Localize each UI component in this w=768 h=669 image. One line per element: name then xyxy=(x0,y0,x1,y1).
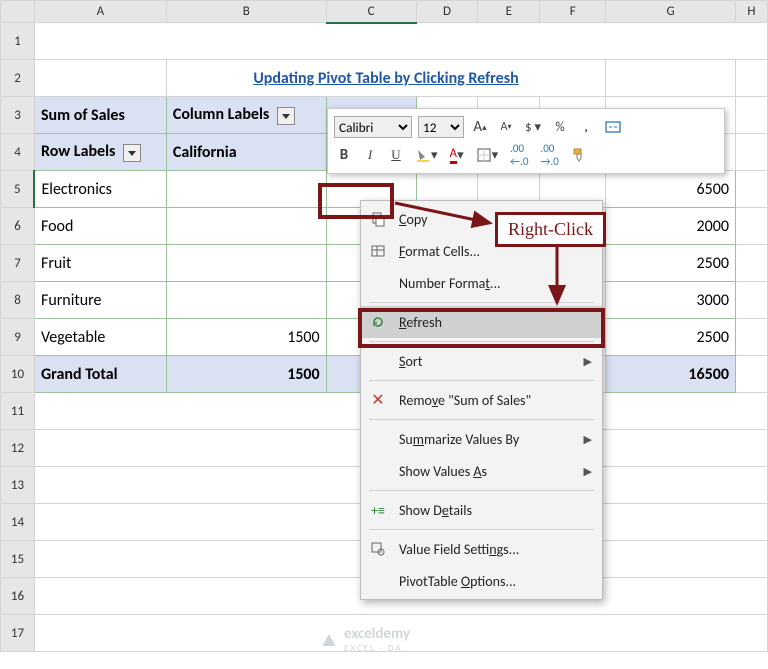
format-painter-icon[interactable] xyxy=(568,144,590,166)
underline-icon[interactable]: U xyxy=(386,144,406,166)
table-cell[interactable]: 2500 xyxy=(606,319,736,356)
bold-icon[interactable]: B xyxy=(334,144,354,166)
copy-icon xyxy=(367,211,389,227)
font-color-icon[interactable]: A▾ xyxy=(447,144,467,166)
row-header-6[interactable]: 6 xyxy=(1,208,35,245)
col-header-g[interactable]: G xyxy=(606,1,736,23)
table-row[interactable]: Vegetable xyxy=(34,319,166,356)
row-header-10[interactable]: 10 xyxy=(1,356,35,393)
merge-icon[interactable] xyxy=(602,116,624,138)
row-header-15[interactable]: 15 xyxy=(1,541,35,578)
menu-separator xyxy=(369,419,594,420)
row-header-4[interactable]: 4 xyxy=(1,134,35,171)
table-cell[interactable]: 2500 xyxy=(606,245,736,282)
select-all-corner[interactable] xyxy=(1,1,35,23)
menu-separator xyxy=(369,302,594,303)
page-title: Updating Pivot Table by Clicking Refresh xyxy=(166,60,605,97)
decrease-font-icon[interactable]: A▾ xyxy=(496,116,516,138)
decrease-decimal-icon[interactable]: .00←.0 xyxy=(507,144,531,166)
row-header-7[interactable]: 7 xyxy=(1,245,35,282)
col-header-a[interactable]: A xyxy=(34,1,166,23)
row-header-12[interactable]: 12 xyxy=(1,430,35,467)
increase-decimal-icon[interactable]: .00→.0 xyxy=(537,144,561,166)
menu-separator xyxy=(369,341,594,342)
menu-show-values-as[interactable]: Show Values As ▶ xyxy=(361,455,602,487)
table-cell[interactable]: 1500 xyxy=(166,319,326,356)
currency-icon[interactable]: $ ▾ xyxy=(522,116,544,138)
col-header-e[interactable]: E xyxy=(478,1,540,23)
row-header-16[interactable]: 16 xyxy=(1,578,35,615)
context-menu: Copy Format Cells... Number Format... Re… xyxy=(360,200,603,600)
col-header-f[interactable]: F xyxy=(540,1,606,23)
pivot-row-labels[interactable]: Row Labels xyxy=(34,134,166,171)
table-row[interactable]: Electronics xyxy=(34,171,166,208)
table-row[interactable]: Food xyxy=(34,208,166,245)
italic-icon[interactable]: I xyxy=(360,144,380,166)
row-labels-dropdown[interactable] xyxy=(123,144,141,162)
borders-icon[interactable]: ▾ xyxy=(473,144,502,166)
column-labels-dropdown[interactable] xyxy=(277,107,295,125)
menu-separator xyxy=(369,529,594,530)
menu-pivottable-options[interactable]: PivotTable Options... xyxy=(361,565,602,597)
expand-icon: +≡ xyxy=(367,502,389,519)
mini-toolbar[interactable]: Calibri 12 A▴ A▾ $ ▾ % , B I U ▾ A▾ ▾ .0… xyxy=(327,108,725,174)
table-cell[interactable]: 2000 xyxy=(606,208,736,245)
pivot-column-labels[interactable]: Column Labels xyxy=(166,97,326,134)
grand-total-cell[interactable]: 1500 xyxy=(166,356,326,393)
table-row[interactable]: Fruit xyxy=(34,245,166,282)
menu-show-details[interactable]: +≡ Show Details xyxy=(361,494,602,526)
increase-font-icon[interactable]: A▴ xyxy=(470,116,490,138)
menu-refresh[interactable]: Refresh xyxy=(361,306,602,338)
menu-number-format[interactable]: Number Format... xyxy=(361,267,602,299)
annotation-right-click-label: Right-Click xyxy=(495,212,606,247)
fill-color-icon[interactable]: ▾ xyxy=(412,144,441,166)
menu-remove[interactable]: ✕ Remove "Sum of Sales" xyxy=(361,384,602,416)
font-name-select[interactable]: Calibri xyxy=(334,116,412,138)
table-cell[interactable] xyxy=(166,171,326,208)
row-header-8[interactable]: 8 xyxy=(1,282,35,319)
pivot-sum-label[interactable]: Sum of Sales xyxy=(34,97,166,134)
menu-summarize[interactable]: Summarize Values By ▶ xyxy=(361,423,602,455)
table-cell[interactable]: 3000 xyxy=(606,282,736,319)
row-header-5[interactable]: 5 xyxy=(1,171,35,208)
menu-separator xyxy=(369,380,594,381)
col-header-b[interactable]: B xyxy=(166,1,326,23)
table-row[interactable]: Furniture xyxy=(34,282,166,319)
row-header-2[interactable]: 2 xyxy=(1,60,35,97)
watermark: exceldemy EXCEL · DA xyxy=(320,625,410,654)
menu-separator xyxy=(369,490,594,491)
pivot-state-california[interactable]: California xyxy=(166,134,326,171)
remove-icon: ✕ xyxy=(367,390,389,410)
row-header-13[interactable]: 13 xyxy=(1,467,35,504)
refresh-icon xyxy=(367,314,389,330)
settings-icon xyxy=(367,541,389,557)
row-header-11[interactable]: 11 xyxy=(1,393,35,430)
format-cells-icon xyxy=(367,243,389,259)
comma-icon[interactable]: , xyxy=(576,116,596,138)
chevron-right-icon: ▶ xyxy=(584,355,592,368)
row-header-17[interactable]: 17 xyxy=(1,615,35,652)
row-header-14[interactable]: 14 xyxy=(1,504,35,541)
chevron-right-icon: ▶ xyxy=(584,433,592,446)
table-cell[interactable]: 6500 xyxy=(606,171,736,208)
grand-total-label[interactable]: Grand Total xyxy=(34,356,166,393)
col-header-h[interactable]: H xyxy=(735,1,767,23)
row-header-1[interactable]: 1 xyxy=(1,23,35,60)
menu-sort[interactable]: Sort ▶ xyxy=(361,345,602,377)
percent-icon[interactable]: % xyxy=(550,116,570,138)
menu-value-field-settings[interactable]: Value Field Settings... xyxy=(361,533,602,565)
chevron-right-icon: ▶ xyxy=(584,465,592,478)
grand-total-cell[interactable]: 16500 xyxy=(606,356,736,393)
col-header-d[interactable]: D xyxy=(416,1,478,23)
row-header-3[interactable]: 3 xyxy=(1,97,35,134)
font-size-select[interactable]: 12 xyxy=(418,116,464,138)
row-header-9[interactable]: 9 xyxy=(1,319,35,356)
col-header-c[interactable]: C xyxy=(326,1,416,23)
